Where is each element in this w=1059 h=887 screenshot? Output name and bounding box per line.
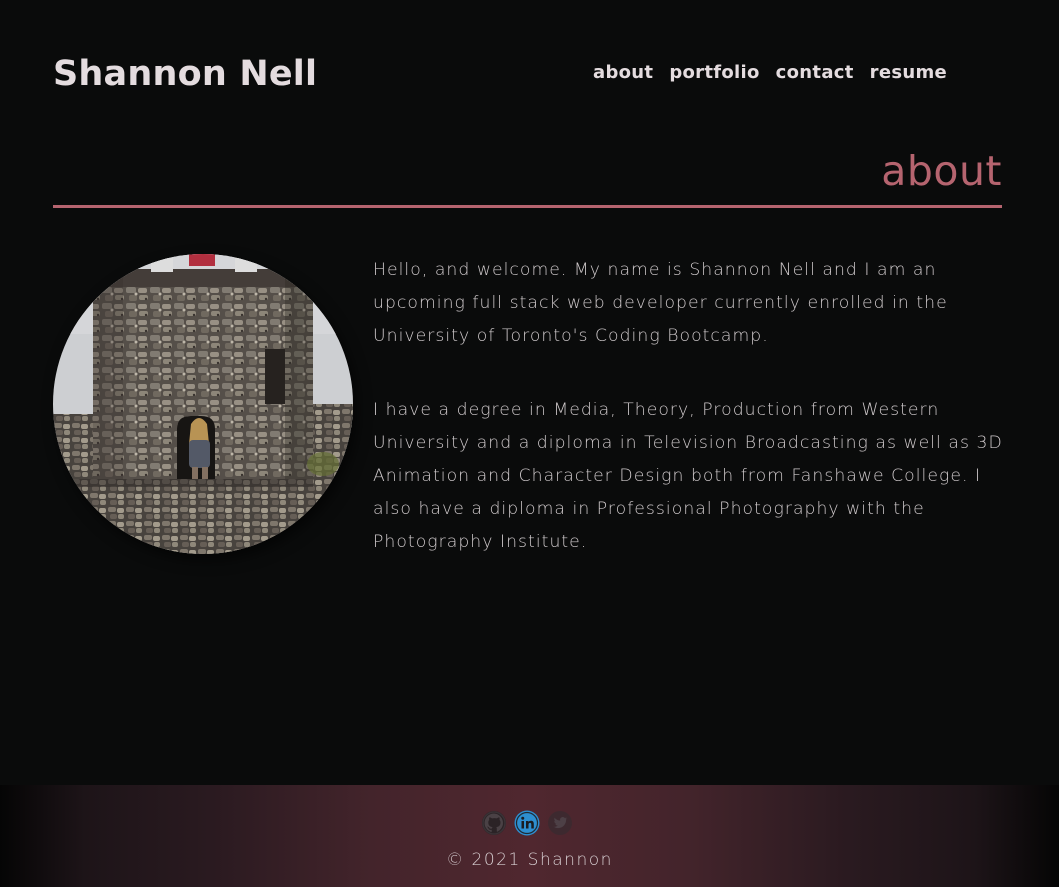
site-title[interactable]: Shannon Nell [53, 52, 317, 96]
nav-resume-link[interactable]: resume [870, 60, 947, 86]
bio-paragraph-education: I have a degree in Media, Theory, Produc… [373, 400, 1003, 552]
linkedin-icon[interactable] [514, 810, 540, 836]
nav-portfolio-link[interactable]: portfolio [669, 60, 759, 86]
section-divider [53, 205, 1002, 208]
nav-contact-link[interactable]: contact [776, 60, 854, 86]
main-nav: about portfolio contact resume [593, 60, 947, 86]
about-heading: about [881, 147, 1002, 195]
twitter-icon[interactable] [547, 810, 573, 836]
social-links [481, 810, 573, 836]
about-bio: Hello, and welcome. My name is Shannon N… [373, 254, 1005, 600]
bio-paragraph-intro: Hello, and welcome. My name is Shannon N… [373, 260, 948, 346]
profile-photo [53, 254, 353, 554]
nav-about-link[interactable]: about [593, 60, 653, 86]
copyright-text: © 2021 Shannon [446, 850, 613, 870]
github-icon[interactable] [481, 810, 507, 836]
page: Shannon Nell about portfolio contact res… [0, 0, 1059, 887]
